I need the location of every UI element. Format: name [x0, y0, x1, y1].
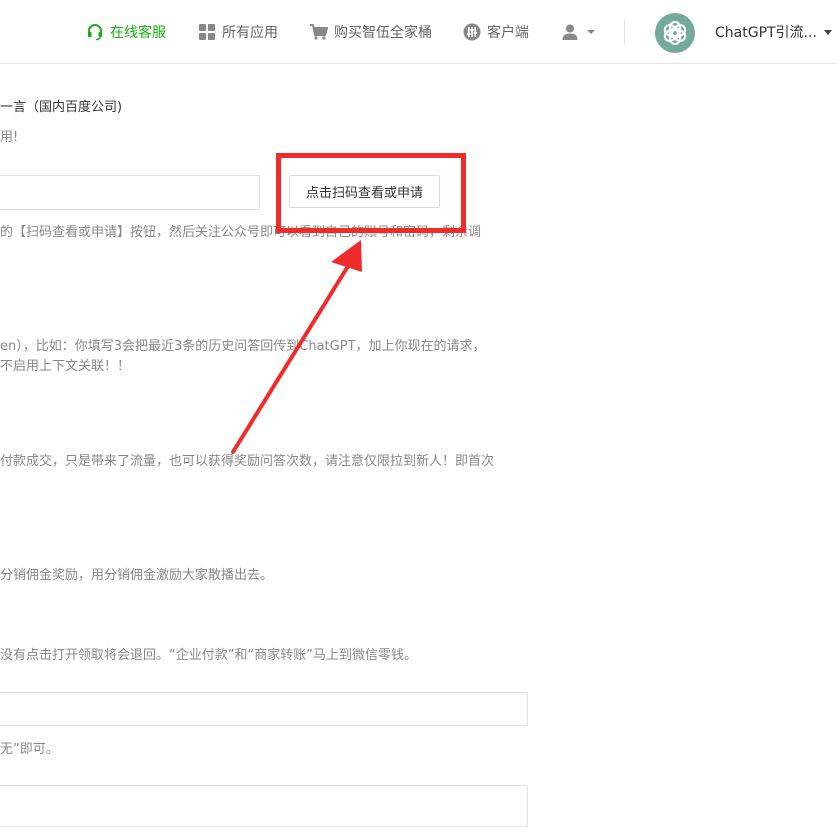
annotation-arrow-icon [231, 240, 362, 454]
